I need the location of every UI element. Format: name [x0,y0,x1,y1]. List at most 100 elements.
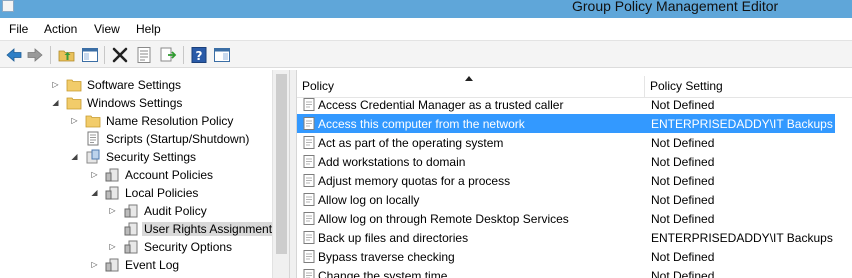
show-action-pane-icon[interactable] [212,45,232,65]
show-hide-tree-icon[interactable] [80,45,100,65]
delete-icon[interactable] [110,45,130,65]
list-row-selected[interactable]: Access this computer from the network EN… [297,114,835,133]
list-row[interactable]: Allow log on through Remote Desktop Serv… [297,209,835,228]
collapse-arrow-icon[interactable]: ◢ [51,98,60,107]
title-bar: Group Policy Management Editor [0,0,852,18]
tree-item-scripts[interactable]: Scripts (Startup/Shutdown) [0,130,270,148]
policy-name: Back up files and directories [318,231,469,245]
list-row[interactable]: Act as part of the operating system Not … [297,133,835,152]
policy-icon [104,257,120,272]
tree-item-local-policies[interactable]: ◢ Local Policies [0,184,270,202]
svg-text:?: ? [196,49,203,63]
toolbar-separator [183,46,184,64]
security-settings-icon [85,149,101,164]
policy-setting: Not Defined [651,193,715,207]
pane-splitter[interactable] [289,70,297,278]
back-arrow-icon[interactable] [4,45,24,65]
tree-scrollbar[interactable] [272,70,289,278]
up-folder-icon[interactable] [57,45,77,65]
list-row[interactable]: Adjust memory quotas for a process Not D… [297,171,835,190]
help-icon[interactable]: ? [189,45,209,65]
tree-item-label: Software Settings [87,78,182,92]
expand-arrow-icon[interactable]: ▷ [90,170,99,179]
tree-item-label: Security Settings [106,150,197,164]
policy-setting: ENTERPRISEDADDY\IT Backups [651,231,833,245]
tree-item-software-settings[interactable]: ▷ Software Settings [0,76,270,94]
policy-item-icon [302,268,316,278]
policy-name: Add workstations to domain [318,155,466,169]
policy-item-icon [302,154,316,169]
toolbar-separator [50,46,51,64]
scrollbar-thumb[interactable] [276,74,287,254]
tree-item-windows-settings[interactable]: ◢ Windows Settings [0,94,270,112]
window-title: Group Policy Management Editor [572,0,779,14]
folder-icon [85,113,101,128]
policy-item-icon [302,135,316,150]
tree-item-label: User Rights Assignment [142,222,275,236]
policy-setting: ENTERPRISEDADDY\IT Backups [651,117,833,131]
tree-expander [108,224,117,233]
policy-name: Adjust memory quotas for a process [318,174,511,188]
expand-arrow-icon[interactable]: ▷ [90,260,99,269]
tree-item-label: Account Policies [125,168,214,182]
tree-item-label: Local Policies [125,186,199,200]
policy-setting: Not Defined [651,98,715,112]
tree-item-event-log[interactable]: ▷ Event Log [0,256,270,274]
console-tree: ▷ Software Settings ◢ Windows Settings ▷… [0,70,289,278]
policy-item-icon [302,211,316,226]
policy-setting: Not Defined [651,212,715,226]
expand-arrow-icon[interactable]: ▷ [108,242,117,251]
policy-item-icon [302,230,316,245]
policy-name: Bypass traverse checking [318,250,455,264]
folder-icon [66,95,82,110]
policy-name: Access this computer from the network [318,117,525,131]
collapse-arrow-icon[interactable]: ◢ [70,152,79,161]
list-row[interactable]: Access Credential Manager as a trusted c… [297,95,835,114]
expand-arrow-icon[interactable]: ▷ [51,80,60,89]
tree-item-name-resolution-policy[interactable]: ▷ Name Resolution Policy [0,112,270,130]
collapse-arrow-icon[interactable]: ◢ [90,188,99,197]
list-row[interactable]: Bypass traverse checking Not Defined [297,247,835,266]
forward-arrow-icon[interactable] [25,45,45,65]
tree-item-label: Windows Settings [87,96,183,110]
policy-setting: Not Defined [651,136,715,150]
policy-icon [123,221,139,236]
sort-ascending-icon [465,76,473,81]
menu-help[interactable]: Help [136,22,161,36]
policy-item-icon [302,97,316,112]
tree-item-account-policies[interactable]: ▷ Account Policies [0,166,270,184]
menu-action[interactable]: Action [44,22,77,36]
list-row[interactable]: Change the system time Not Defined [297,266,835,278]
tree-item-label: Security Options [144,240,233,254]
menu-file[interactable]: File [9,22,28,36]
policy-item-icon [302,249,316,264]
policy-name: Change the system time [318,269,448,278]
app-icon [2,0,14,12]
tree-item-security-options[interactable]: ▷ Security Options [0,238,270,256]
tree-item-label: Audit Policy [144,204,207,218]
tree-item-label: Name Resolution Policy [106,114,234,128]
policy-item-icon [302,192,316,207]
tree-expander [70,134,79,143]
list-row[interactable]: Allow log on locally Not Defined [297,190,835,209]
toolbar: ? [0,40,852,68]
export-list-icon[interactable] [158,45,178,65]
expand-arrow-icon[interactable]: ▷ [108,206,117,215]
policy-name: Access Credential Manager as a trusted c… [318,98,564,112]
tree-item-audit-policy[interactable]: ▷ Audit Policy [0,202,270,220]
policy-name: Allow log on locally [318,193,420,207]
menu-view[interactable]: View [94,22,120,36]
policy-list: Policy Policy Setting Access Credential … [297,70,852,278]
tree-item-user-rights-assignment[interactable]: User Rights Assignment [0,220,275,238]
policy-icon [104,167,120,182]
list-row[interactable]: Back up files and directories ENTERPRISE… [297,228,835,247]
policy-icon [123,239,139,254]
tree-item-security-settings[interactable]: ◢ Security Settings [0,148,270,166]
policy-setting: Not Defined [651,269,715,278]
policy-icon [123,203,139,218]
menu-bar: File Action View Help [0,18,852,40]
expand-arrow-icon[interactable]: ▷ [70,116,79,125]
list-row[interactable]: Add workstations to domain Not Defined [297,152,835,171]
policy-item-icon [302,116,316,131]
properties-icon[interactable] [134,45,154,65]
